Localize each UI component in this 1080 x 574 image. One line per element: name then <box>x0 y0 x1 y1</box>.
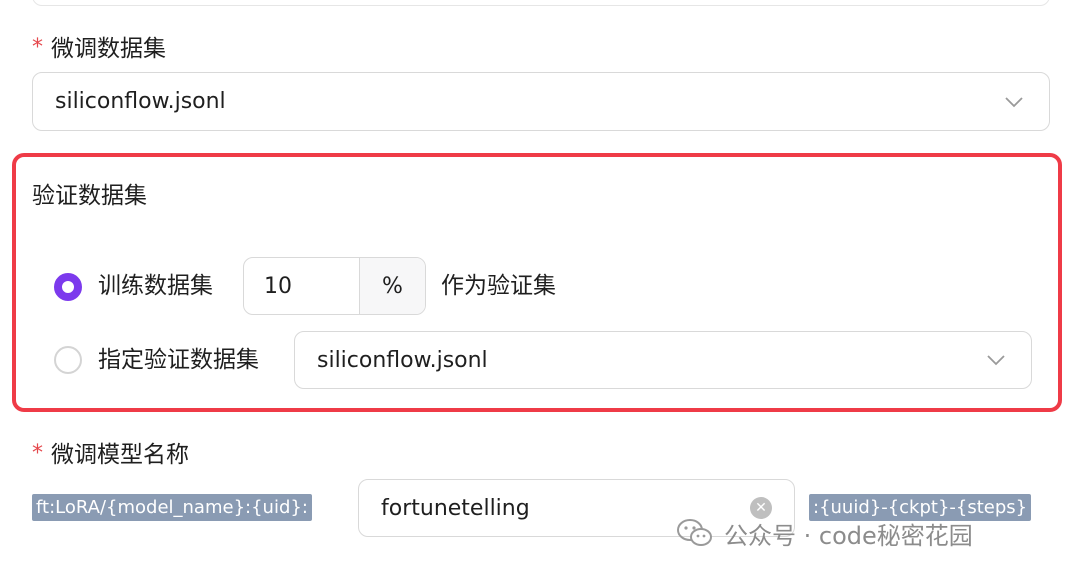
finetune-dataset-label: * 微调数据集 <box>32 35 166 62</box>
watermark: 公众号 · code秘密花园 <box>676 513 973 553</box>
finetune-dataset-select[interactable]: siliconflow.jsonl <box>32 72 1050 131</box>
chevron-down-icon <box>1005 96 1023 107</box>
watermark-text: 公众号 · code秘密花园 <box>724 521 973 550</box>
required-mark: * <box>32 35 43 60</box>
radio-train-dataset-label: 训练数据集 <box>98 273 213 299</box>
model-name-value: fortunetelling <box>381 495 530 521</box>
as-validation-set-label: 作为验证集 <box>441 273 556 299</box>
validation-percent-value[interactable]: 10 <box>244 258 360 314</box>
radio-train-dataset[interactable] <box>54 273 82 301</box>
wechat-icon <box>677 519 712 546</box>
percent-unit: % <box>360 258 425 314</box>
validation-dataset-value: siliconflow.jsonl <box>317 347 488 373</box>
chevron-down-icon <box>987 355 1005 366</box>
model-name-prefix: ft:LoRA/{model_name}:{uid}: <box>32 494 312 521</box>
model-name-label: * 微调模型名称 <box>32 441 189 468</box>
radio-specify-dataset[interactable] <box>54 346 82 374</box>
validation-percent-input[interactable]: 10 % <box>243 257 426 315</box>
radio-specify-dataset-label: 指定验证数据集 <box>98 347 259 373</box>
required-mark: * <box>32 441 43 466</box>
finetune-dataset-value: siliconflow.jsonl <box>55 89 226 114</box>
previous-field-fragment <box>32 0 1050 6</box>
validation-dataset-label: 验证数据集 <box>32 183 147 209</box>
validation-dataset-select[interactable]: siliconflow.jsonl <box>294 331 1032 389</box>
